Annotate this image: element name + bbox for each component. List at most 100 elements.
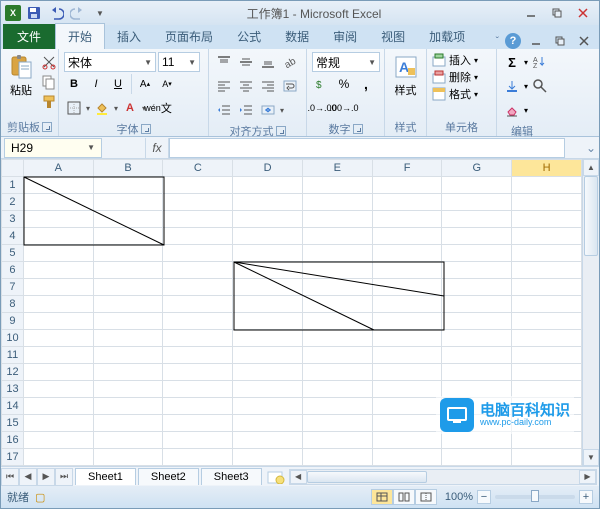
close-button[interactable] — [571, 5, 595, 21]
cell[interactable] — [163, 415, 233, 432]
cell[interactable] — [163, 449, 233, 466]
cell[interactable] — [163, 228, 233, 245]
cell[interactable] — [233, 262, 303, 279]
find-select-icon[interactable] — [530, 76, 550, 96]
cell[interactable] — [512, 449, 582, 466]
cell[interactable] — [302, 262, 372, 279]
cell[interactable] — [512, 347, 582, 364]
cell[interactable] — [442, 194, 512, 211]
select-all-corner[interactable] — [2, 160, 24, 177]
merge-center-icon[interactable] — [258, 100, 278, 120]
cell[interactable] — [372, 313, 442, 330]
paste-button[interactable]: 粘贴 — [6, 52, 36, 100]
cell[interactable] — [372, 432, 442, 449]
number-dialog-launcher[interactable] — [353, 124, 363, 134]
cell[interactable] — [372, 228, 442, 245]
wrap-text-icon[interactable] — [280, 76, 300, 96]
row-header[interactable]: 1 — [2, 177, 24, 194]
new-sheet-button[interactable] — [265, 469, 287, 485]
row-header[interactable]: 14 — [2, 398, 24, 415]
cell[interactable] — [93, 449, 163, 466]
row-header[interactable]: 16 — [2, 432, 24, 449]
cell[interactable] — [233, 449, 303, 466]
cell[interactable] — [23, 347, 93, 364]
cell[interactable] — [302, 279, 372, 296]
copy-icon[interactable] — [39, 72, 59, 92]
align-bottom-icon[interactable] — [258, 52, 278, 72]
cell[interactable] — [442, 262, 512, 279]
row-header[interactable]: 8 — [2, 296, 24, 313]
fill-icon[interactable] — [502, 76, 522, 96]
doc-minimize-button[interactable] — [527, 33, 545, 49]
cell[interactable] — [163, 245, 233, 262]
row-header[interactable]: 12 — [2, 364, 24, 381]
doc-restore-button[interactable] — [551, 33, 569, 49]
tab-data[interactable]: 数据 — [273, 24, 321, 49]
cell[interactable] — [512, 245, 582, 262]
align-left-icon[interactable] — [214, 76, 234, 96]
cell[interactable] — [512, 194, 582, 211]
cell[interactable] — [93, 296, 163, 313]
cell[interactable] — [23, 432, 93, 449]
cell[interactable] — [23, 279, 93, 296]
qat-undo-icon[interactable] — [47, 4, 65, 22]
cell[interactable] — [372, 177, 442, 194]
cell[interactable] — [233, 194, 303, 211]
cell[interactable] — [302, 177, 372, 194]
cell[interactable] — [512, 364, 582, 381]
row-header[interactable]: 7 — [2, 279, 24, 296]
tab-nav-next[interactable]: ▶ — [37, 468, 55, 486]
font-dialog-launcher[interactable] — [141, 124, 151, 134]
comma-icon[interactable]: , — [356, 74, 376, 94]
cell[interactable] — [93, 347, 163, 364]
orientation-icon[interactable]: ab — [280, 52, 300, 72]
tab-insert[interactable]: 插入 — [105, 24, 153, 49]
formula-bar[interactable] — [169, 138, 565, 158]
cell[interactable] — [233, 364, 303, 381]
zoom-slider[interactable] — [495, 495, 575, 499]
cells-format-button[interactable]: 格式▾ — [432, 86, 478, 102]
cell[interactable] — [302, 296, 372, 313]
row-header[interactable]: 3 — [2, 211, 24, 228]
cell[interactable] — [442, 296, 512, 313]
italic-button[interactable]: I — [86, 74, 106, 94]
percent-icon[interactable]: % — [334, 74, 354, 94]
cell[interactable] — [93, 262, 163, 279]
row-header[interactable]: 17 — [2, 449, 24, 466]
font-size-combo[interactable]: 11▼ — [158, 52, 200, 72]
column-header[interactable]: E — [302, 160, 372, 177]
minimize-button[interactable] — [519, 5, 543, 21]
cell[interactable] — [442, 330, 512, 347]
cell[interactable] — [93, 364, 163, 381]
scroll-up-button[interactable]: ▲ — [583, 159, 599, 176]
cell[interactable] — [233, 347, 303, 364]
cell[interactable] — [442, 364, 512, 381]
cell[interactable] — [512, 296, 582, 313]
row-header[interactable]: 2 — [2, 194, 24, 211]
cell[interactable] — [302, 228, 372, 245]
cell[interactable] — [233, 432, 303, 449]
tab-nav-last[interactable]: ⏭ — [55, 468, 73, 486]
cell[interactable] — [163, 279, 233, 296]
cell[interactable] — [512, 228, 582, 245]
cell[interactable] — [512, 381, 582, 398]
cell[interactable] — [442, 313, 512, 330]
sheet-tab-3[interactable]: Sheet3 — [201, 468, 262, 485]
column-header[interactable]: F — [372, 160, 442, 177]
cell[interactable] — [442, 347, 512, 364]
cell[interactable] — [23, 296, 93, 313]
cell[interactable] — [302, 347, 372, 364]
scroll-left-button[interactable]: ◀ — [290, 470, 307, 484]
cell[interactable] — [93, 313, 163, 330]
cell[interactable] — [372, 381, 442, 398]
cell[interactable] — [512, 177, 582, 194]
decrease-font-icon[interactable]: A▾ — [157, 74, 177, 94]
bold-button[interactable]: B — [64, 74, 84, 94]
view-normal-button[interactable] — [371, 489, 393, 505]
cell[interactable] — [23, 449, 93, 466]
cell[interactable] — [163, 177, 233, 194]
sheet-tab-2[interactable]: Sheet2 — [138, 468, 199, 485]
cell[interactable] — [512, 313, 582, 330]
zoom-in-button[interactable]: + — [579, 490, 593, 504]
cell[interactable] — [442, 279, 512, 296]
